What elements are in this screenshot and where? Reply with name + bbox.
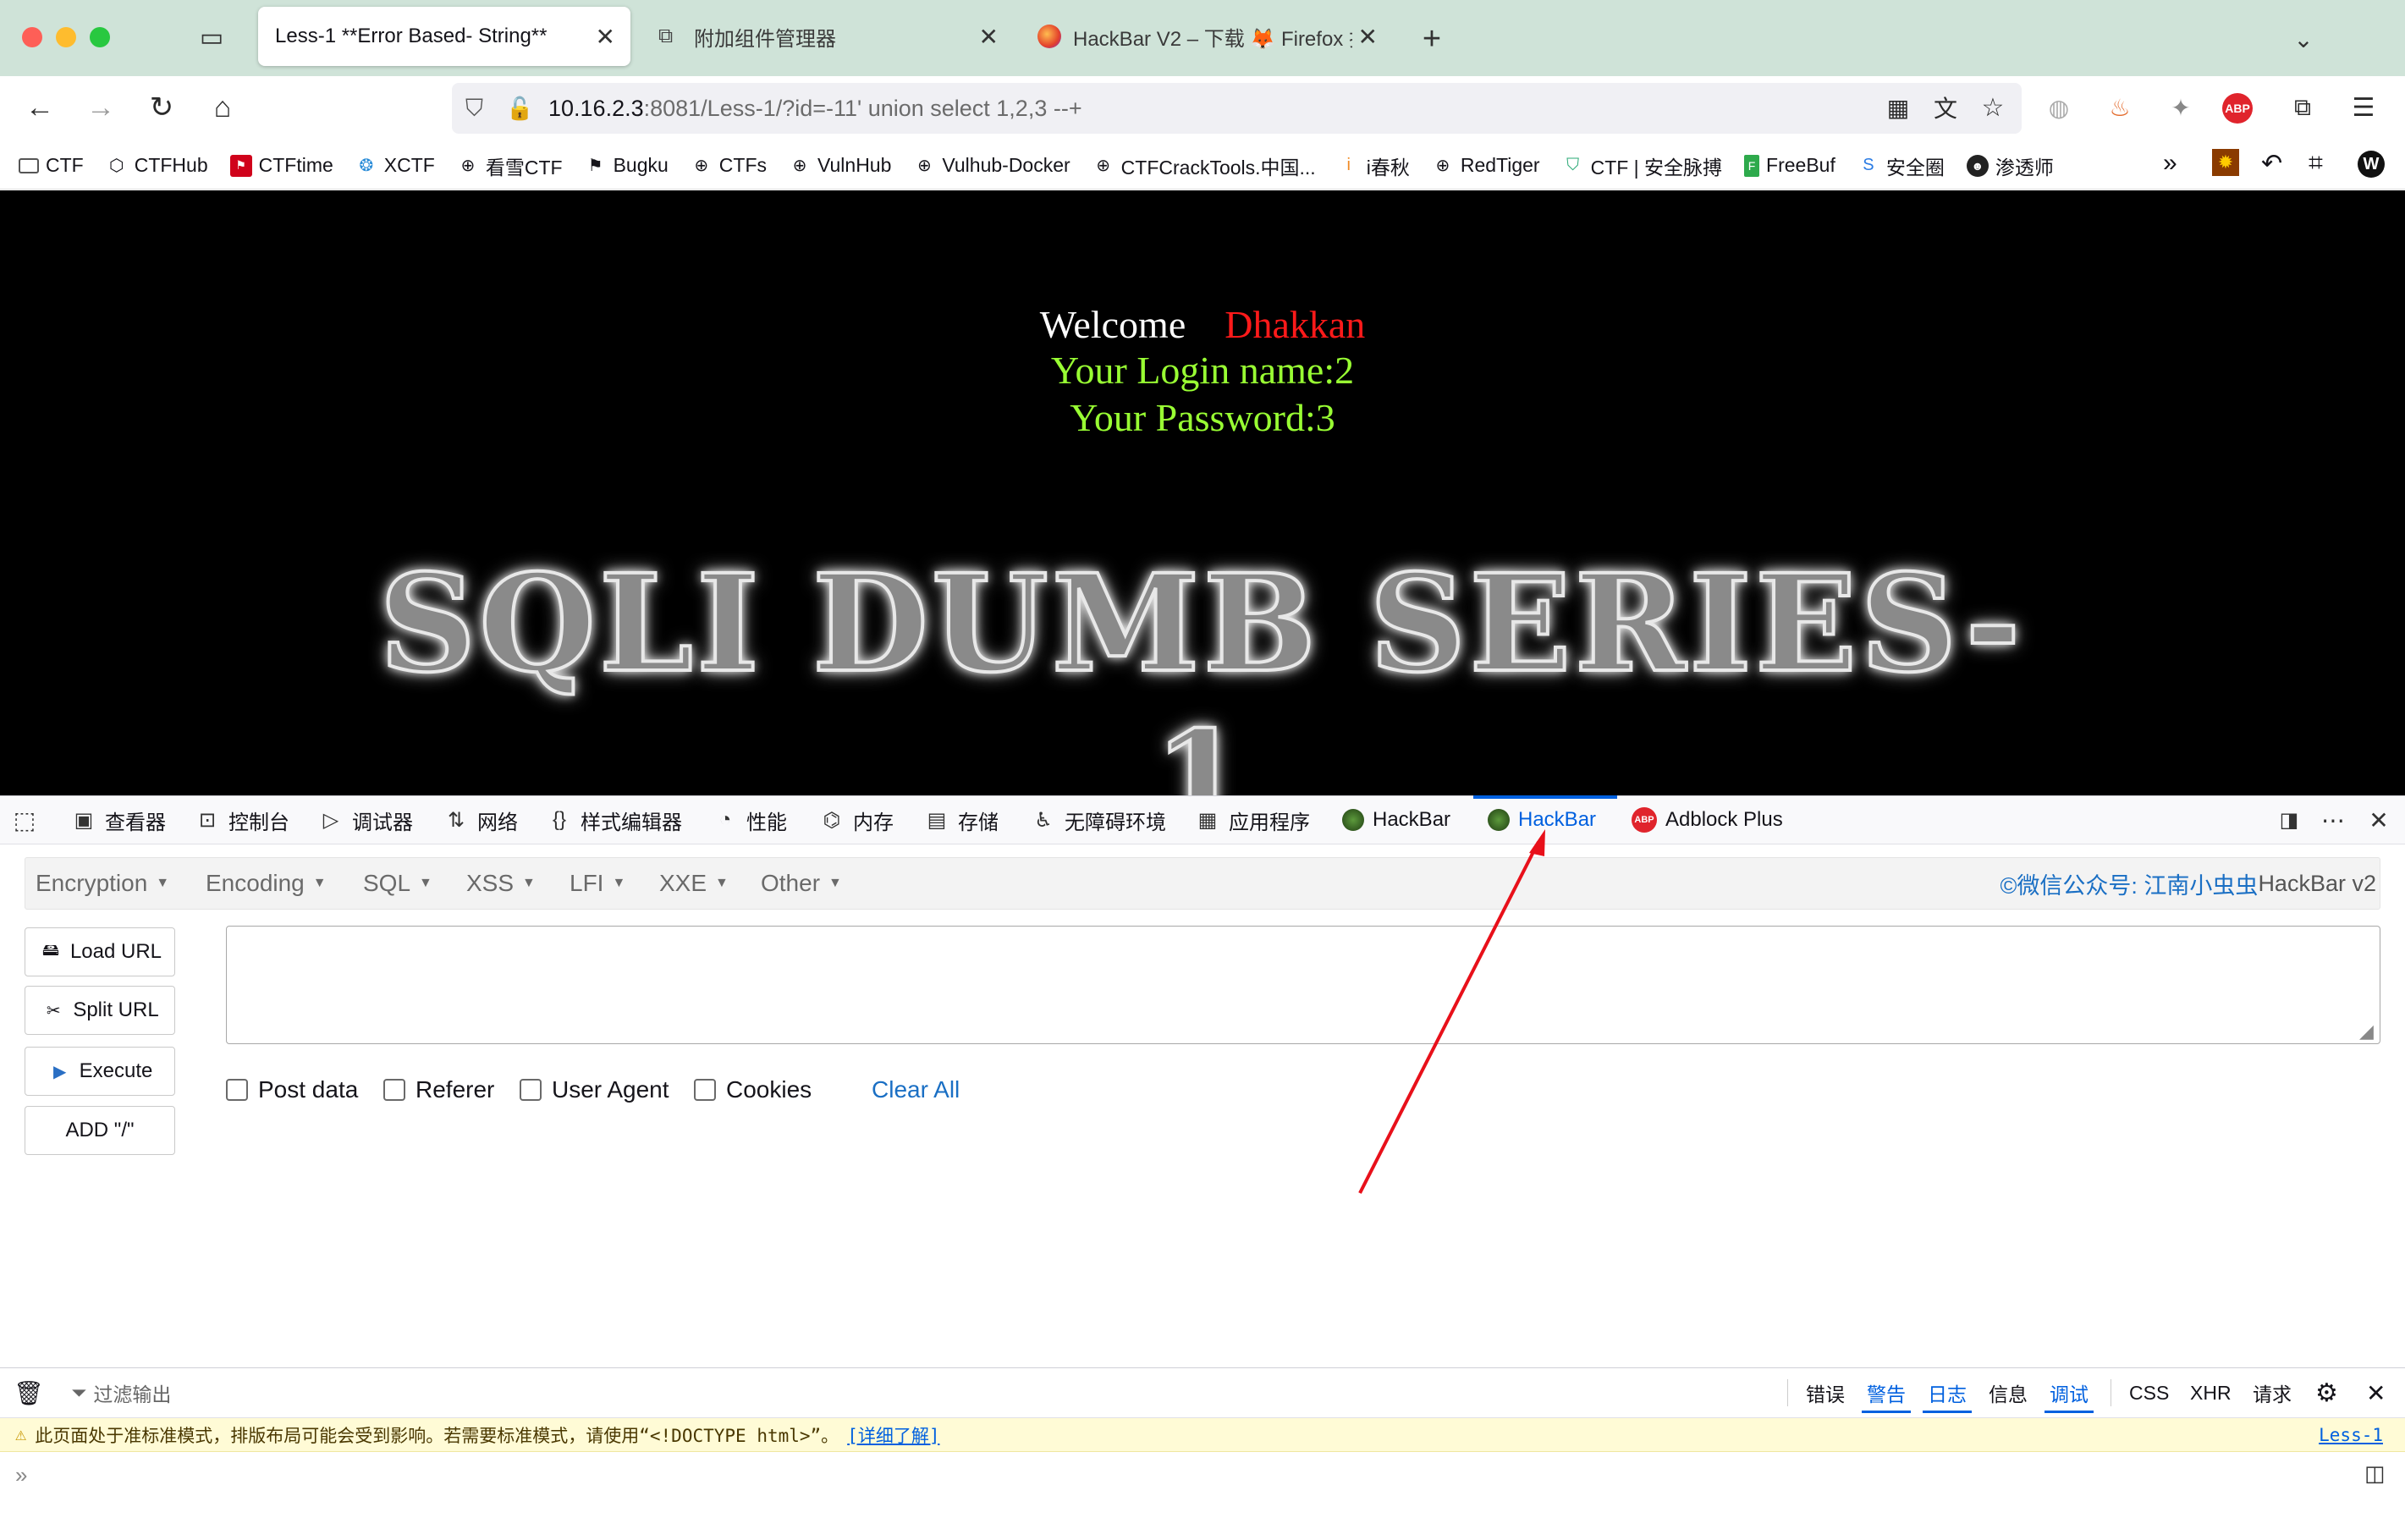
warning-triangle-icon: ⚠ [15,1424,27,1445]
filter-css[interactable]: CSS [2129,1367,2169,1418]
filter-info[interactable]: 信息 [1989,1367,2028,1418]
divider [1787,1379,1788,1406]
warning-source-link[interactable]: Less-1 [2319,1418,2383,1452]
gear-icon[interactable]: ⚙ [2315,1367,2338,1418]
red-annotation-arrow [1358,829,1545,1194]
filter-warnings[interactable]: 警告 [1862,1367,1911,1418]
console-warning-row: ⚠ 此页面处于准标准模式，排版布局可能会受到影响。若需要标准模式，请使用“<!D… [0,1418,2405,1452]
sidebar-toggle-icon[interactable]: ◫ [2364,1460,2386,1487]
funnel-icon: ⏷ [71,1381,87,1404]
learn-more-link[interactable]: [详细了解] [847,1422,939,1448]
console-prompt-chevron-icon[interactable]: » [15,1462,27,1488]
filter-debug[interactable]: 调试 [2045,1367,2094,1418]
filter-output-input[interactable]: ⏷ 过滤输出 [71,1367,171,1418]
filter-xhr[interactable]: XHR [2190,1367,2232,1418]
close-console-icon[interactable]: ✕ [2366,1367,2386,1418]
trash-icon[interactable]: 🗑 [14,1367,44,1418]
filter-errors[interactable]: 错误 [1806,1367,1845,1418]
filter-requests[interactable]: 请求 [2253,1367,2292,1418]
filter-logs[interactable]: 日志 [1923,1367,1972,1418]
